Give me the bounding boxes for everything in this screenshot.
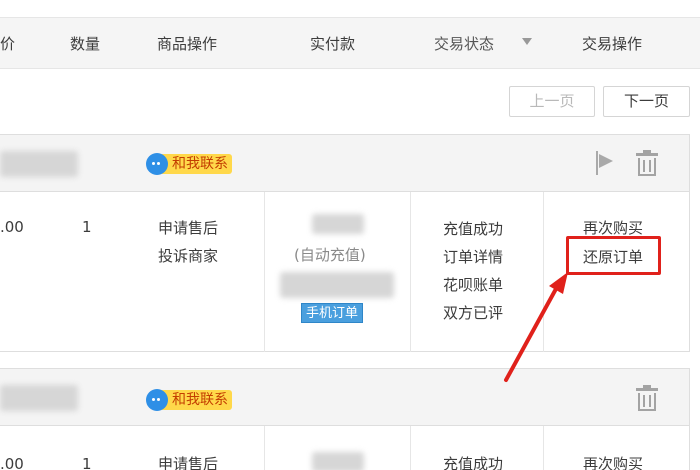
chat-bubble-icon bbox=[146, 389, 168, 411]
apply-after-sale-link[interactable]: 申请售后 bbox=[158, 453, 218, 470]
price-value: .00 bbox=[0, 218, 24, 236]
header-trade-ops: 交易操作 bbox=[582, 35, 643, 53]
order-body: .00 1 申请售后 投诉商家 (自动充值) 手机订单 充值成功 订单详情 花呗… bbox=[0, 192, 690, 352]
blurred-shop-name bbox=[0, 385, 78, 411]
buy-again-link[interactable]: 再次购买 bbox=[583, 453, 643, 470]
blurred-amount bbox=[312, 214, 364, 234]
complain-merchant-link[interactable]: 投诉商家 bbox=[158, 245, 218, 267]
header-paid: 实付款 bbox=[310, 35, 356, 53]
chat-bubble-icon bbox=[146, 153, 168, 175]
status-text: 充值成功 bbox=[443, 220, 504, 238]
trash-icon[interactable] bbox=[636, 385, 658, 411]
order-header: 和我联系 bbox=[0, 368, 690, 426]
blurred-amount bbox=[312, 452, 364, 470]
blurred-shop-name bbox=[0, 151, 78, 177]
table-header: 价 数量 商品操作 实付款 交易状态 交易操作 bbox=[0, 17, 700, 69]
order-details-link[interactable]: 订单详情 bbox=[443, 246, 503, 268]
apply-after-sale-link[interactable]: 申请售后 bbox=[158, 217, 218, 239]
auto-recharge-note: (自动充值) bbox=[294, 246, 366, 264]
price-value: .00 bbox=[0, 455, 24, 470]
sort-triangle-icon[interactable] bbox=[522, 38, 532, 45]
order-header: 和我联系 bbox=[0, 134, 690, 192]
blurred-detail bbox=[280, 272, 394, 298]
contact-seller-label: 和我联系 bbox=[162, 390, 232, 410]
buy-again-link[interactable]: 再次购买 bbox=[583, 217, 643, 239]
status-text: 充值成功 bbox=[443, 455, 504, 470]
contact-seller-label: 和我联系 bbox=[162, 154, 232, 174]
quantity-value: 1 bbox=[82, 455, 92, 470]
order-body: .00 1 申请售后 充值成功 再次购买 bbox=[0, 426, 690, 470]
contact-seller-button[interactable]: 和我联系 bbox=[146, 389, 232, 411]
next-page-button[interactable]: 下一页 bbox=[603, 86, 690, 117]
rated-status: 双方已评 bbox=[443, 304, 504, 322]
trash-icon[interactable] bbox=[636, 150, 658, 176]
huabei-bill-link[interactable]: 花呗账单 bbox=[443, 274, 503, 296]
header-status-filter[interactable]: 交易状态 bbox=[434, 18, 494, 70]
header-item-ops: 商品操作 bbox=[157, 35, 218, 53]
mobile-order-tag: 手机订单 bbox=[301, 303, 364, 323]
header-price: 价 bbox=[0, 35, 16, 53]
restore-order-link[interactable]: 还原订单 bbox=[583, 246, 643, 268]
flag-icon[interactable] bbox=[594, 151, 616, 175]
quantity-value: 1 bbox=[82, 218, 92, 236]
contact-seller-button[interactable]: 和我联系 bbox=[146, 153, 232, 175]
header-quantity: 数量 bbox=[70, 35, 101, 53]
prev-page-button[interactable]: 上一页 bbox=[509, 86, 595, 117]
